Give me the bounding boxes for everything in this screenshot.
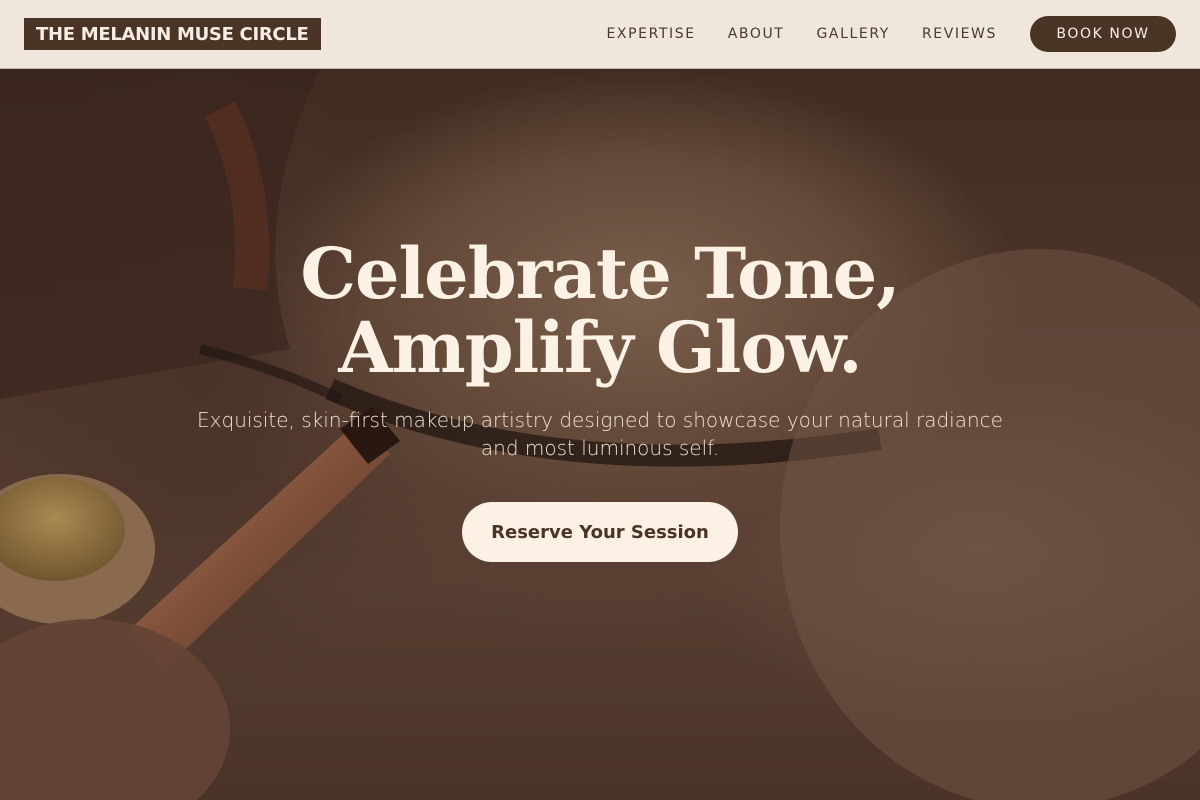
nav-link-gallery[interactable]: GALLERY — [816, 26, 889, 42]
main-nav: EXPERTISE ABOUT GALLERY REVIEWS BOOK NOW — [606, 16, 1176, 52]
nav-link-about[interactable]: ABOUT — [728, 26, 785, 42]
nav-link-reviews[interactable]: REVIEWS — [922, 26, 997, 42]
book-now-button[interactable]: BOOK NOW — [1030, 16, 1176, 52]
hero-headline: Celebrate Tone, Amplify Glow. — [0, 237, 1200, 385]
hero-content: Celebrate Tone, Amplify Glow. Exquisite,… — [0, 69, 1200, 800]
site-header: THE MELANIN MUSE CIRCLE EXPERTISE ABOUT … — [0, 0, 1200, 69]
hero-subtitle: Exquisite, skin-first makeup artistry de… — [180, 406, 1020, 462]
hero-headline-line-1: Celebrate Tone, — [300, 232, 900, 315]
brand-logo[interactable]: THE MELANIN MUSE CIRCLE — [24, 18, 321, 50]
hero-headline-line-2: Amplify Glow. — [338, 306, 862, 389]
hero-section: Celebrate Tone, Amplify Glow. Exquisite,… — [0, 69, 1200, 800]
reserve-session-button[interactable]: Reserve Your Session — [462, 502, 738, 562]
nav-link-expertise[interactable]: EXPERTISE — [606, 26, 695, 42]
hero-subtitle-line-1: Exquisite, skin-first makeup artistry de… — [197, 408, 1003, 432]
hero-subtitle-line-2: and most luminous self. — [480, 436, 720, 460]
